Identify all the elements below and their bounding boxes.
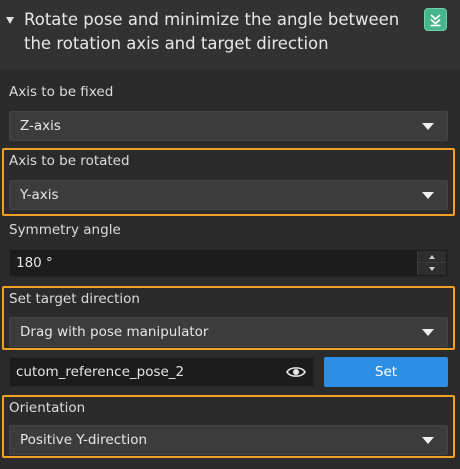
orientation-label: Orientation xyxy=(9,400,86,416)
orientation-value: Positive Y-direction xyxy=(20,432,148,448)
collapse-caret-icon[interactable] xyxy=(4,14,16,26)
target-direction-label: Set target direction xyxy=(9,291,140,307)
dropdown-arrow-icon xyxy=(422,437,434,444)
symmetry-angle-label: Symmetry angle xyxy=(9,222,121,238)
axis-fixed-label: Axis to be fixed xyxy=(9,84,114,100)
reference-pose-value: cutom_reference_pose_2 xyxy=(16,364,185,380)
section-header: Rotate pose and minimize the angle betwe… xyxy=(0,0,460,69)
axis-rotated-value: Y-axis xyxy=(20,187,59,203)
symmetry-angle-spinbox[interactable]: 180 ° xyxy=(9,249,448,277)
symmetry-angle-value: 180 ° xyxy=(16,255,53,271)
decrement-arrow-icon[interactable] xyxy=(418,263,446,275)
dropdown-arrow-icon xyxy=(422,123,434,130)
axis-fixed-dropdown[interactable]: Z-axis xyxy=(9,111,448,141)
axis-fixed-value: Z-axis xyxy=(20,118,61,134)
target-direction-value: Drag with pose manipulator xyxy=(20,324,209,340)
eye-icon[interactable] xyxy=(286,365,306,379)
axis-rotated-label: Axis to be rotated xyxy=(9,153,130,169)
axis-rotated-dropdown[interactable]: Y-axis xyxy=(9,180,448,210)
double-chevron-down-icon[interactable] xyxy=(424,8,447,31)
set-button[interactable]: Set xyxy=(324,357,448,387)
reference-pose-field[interactable]: cutom_reference_pose_2 xyxy=(9,357,314,387)
target-direction-dropdown[interactable]: Drag with pose manipulator xyxy=(9,317,448,347)
dropdown-arrow-icon xyxy=(422,192,434,199)
dropdown-arrow-icon xyxy=(422,329,434,336)
spin-buttons xyxy=(417,251,446,275)
increment-arrow-icon[interactable] xyxy=(418,251,446,263)
orientation-dropdown[interactable]: Positive Y-direction xyxy=(9,425,448,455)
section-title: Rotate pose and minimize the angle betwe… xyxy=(24,10,400,53)
